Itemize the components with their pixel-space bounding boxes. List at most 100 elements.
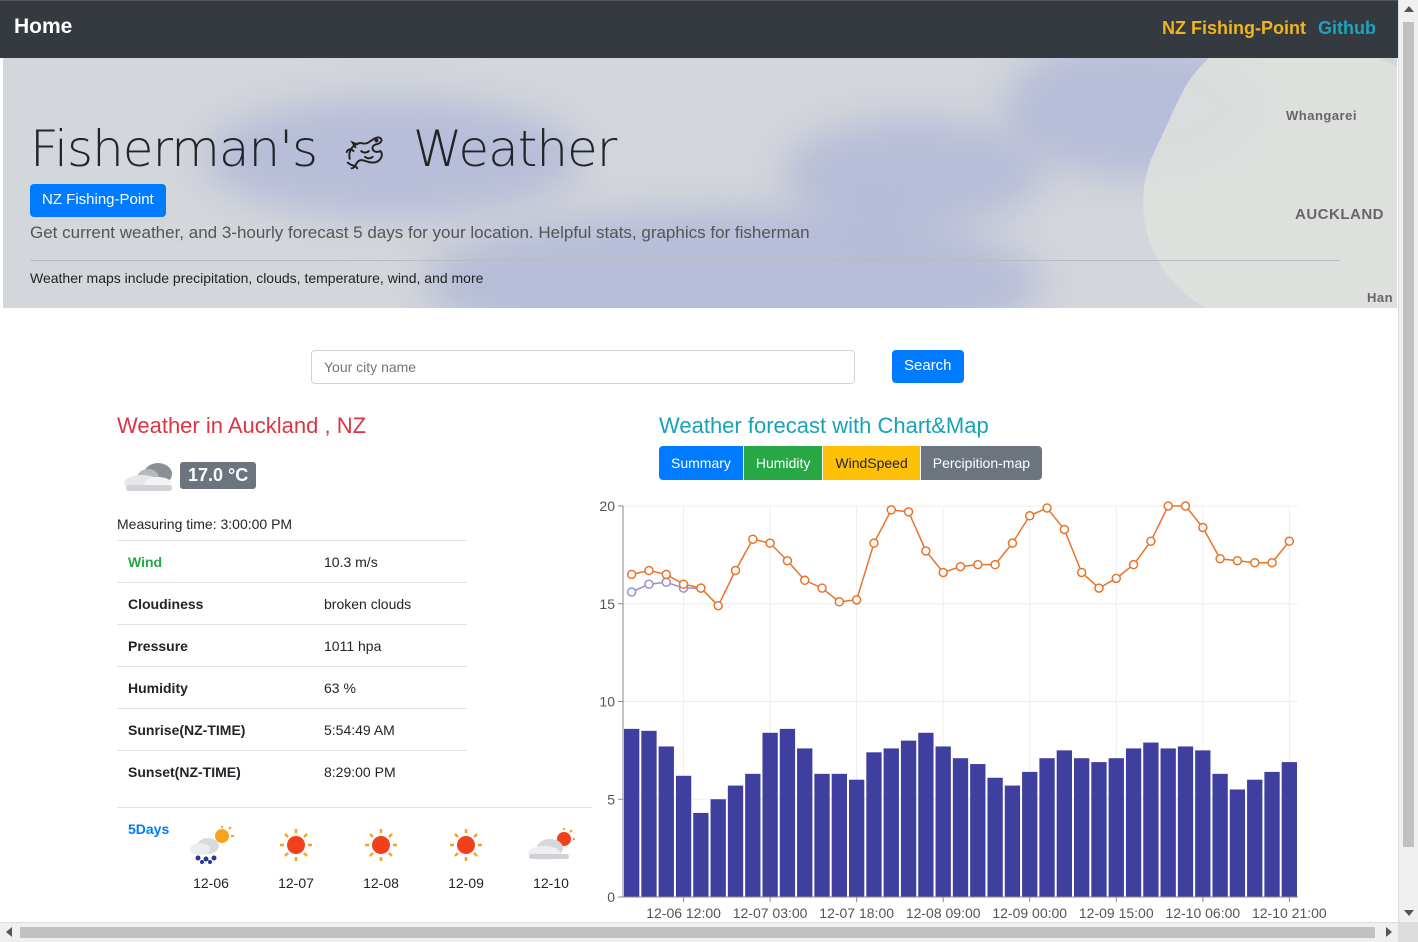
scroll-left-icon[interactable] — [6, 927, 12, 937]
bar — [797, 748, 813, 897]
nz-fishing-point-button[interactable]: NZ Fishing-Point — [30, 184, 166, 217]
table-row: Cloudiness broken clouds — [117, 582, 467, 625]
series-1-point — [938, 567, 948, 578]
series-1-point — [955, 561, 966, 572]
day-date: 12-08 — [363, 875, 399, 891]
x-tick-label: 12-07 18:00 — [819, 905, 894, 921]
nz-fishing-point-link[interactable]: NZ Fishing-Point — [1162, 18, 1306, 39]
series-2-point — [661, 577, 672, 587]
series-1-point — [921, 546, 931, 556]
bar — [1177, 746, 1194, 897]
series-1-point — [903, 507, 914, 517]
horizontal-scrollbar[interactable] — [0, 922, 1398, 942]
day-forecast: 12-08 — [351, 826, 411, 891]
bar — [693, 812, 709, 897]
bar — [883, 748, 899, 897]
tab-summary[interactable]: Summary — [659, 446, 743, 480]
five-day-divider — [117, 807, 592, 808]
day-forecast: 12-09 — [436, 826, 496, 891]
series-1-point — [1042, 503, 1052, 513]
hero-lead-text: Get current weather, and 3-hourly foreca… — [30, 223, 810, 242]
home-link[interactable]: Home — [14, 15, 72, 39]
bar — [658, 746, 674, 897]
series-1-point — [973, 559, 983, 570]
row-key-cloudiness: Cloudiness — [117, 582, 313, 625]
jumbotron: Whangarei AUCKLAND Han Fisherman's Weath… — [3, 58, 1397, 308]
series-1-point — [1094, 583, 1104, 593]
bar — [1247, 779, 1263, 897]
bar — [727, 785, 744, 897]
series-1-point — [1249, 557, 1260, 568]
cloud-sun-icon — [528, 828, 575, 860]
bar — [1125, 748, 1142, 897]
scroll-right-icon[interactable] — [1386, 927, 1392, 937]
title-text-left: Fisherman's — [30, 120, 318, 178]
vertical-scrollbar[interactable] — [1398, 0, 1418, 922]
bar — [935, 746, 951, 897]
series-1-point — [713, 600, 723, 611]
navbar: Home NZ Fishing-Point Github — [0, 0, 1398, 58]
bar — [1264, 771, 1280, 897]
series-1-point — [1128, 559, 1139, 570]
series-1-point — [748, 534, 758, 544]
bar — [849, 779, 865, 897]
map-label-auckland: AUCKLAND — [1295, 206, 1384, 223]
day-date: 12-07 — [278, 875, 314, 891]
row-value-pressure: 1011 hpa — [313, 624, 467, 667]
scroll-up-icon[interactable] — [1404, 6, 1414, 12]
series-1-point — [730, 565, 741, 576]
day-date: 12-06 — [193, 875, 229, 891]
series-1-point — [1146, 536, 1156, 546]
city-search-input[interactable] — [311, 350, 855, 384]
hero-divider — [30, 260, 1340, 261]
bar — [987, 777, 1003, 897]
sun-icon — [450, 829, 482, 861]
series-1-point — [1059, 524, 1070, 535]
series-1-point — [1284, 536, 1295, 546]
bar — [1108, 758, 1124, 897]
series-2-point — [626, 587, 637, 597]
series-1-point — [869, 538, 879, 548]
bar — [1074, 758, 1090, 897]
table-row: Pressure 1011 hpa — [117, 624, 467, 667]
series-1-point — [1232, 555, 1243, 566]
row-value-wind: 10.3 m/s — [313, 540, 467, 583]
row-value-humidity: 63 % — [313, 666, 467, 709]
series-1-point — [1215, 554, 1225, 564]
series-1-point — [799, 575, 810, 586]
x-tick-label: 12-09 00:00 — [992, 905, 1067, 921]
bar — [1039, 758, 1055, 897]
x-tick-label: 12-10 21:00 — [1252, 905, 1327, 921]
tab-windspeed[interactable]: WindSpeed — [823, 446, 920, 480]
bar — [641, 730, 657, 897]
series-1-point — [782, 555, 793, 566]
tab-percipition-map[interactable]: Percipition-map — [920, 446, 1043, 480]
temperature-badge: 17.0 °C — [180, 462, 257, 489]
map-cloud-shape — [783, 118, 1043, 228]
row-key-pressure: Pressure — [117, 624, 313, 667]
current-weather-table: Wind 10.3 m/s Cloudiness broken clouds P… — [117, 540, 467, 792]
measuring-time: Measuring time: 3:00:00 PM — [117, 516, 293, 532]
scrollbar-corner — [1398, 922, 1418, 942]
day-date: 12-09 — [448, 875, 484, 891]
row-key-sunset: Sunset(NZ-TIME) — [117, 750, 313, 792]
github-link[interactable]: Github — [1318, 18, 1376, 39]
bar — [1143, 742, 1159, 897]
tab-humidity[interactable]: Humidity — [743, 446, 823, 480]
vertical-scroll-thumb[interactable] — [1403, 22, 1414, 847]
day-date: 12-10 — [533, 875, 569, 891]
x-tick-label: 12-10 06:00 — [1165, 905, 1240, 921]
map-label-whangarei: Whangarei — [1286, 108, 1357, 123]
scroll-down-icon[interactable] — [1404, 910, 1414, 916]
series-1-point — [834, 597, 845, 607]
table-row: Sunset(NZ-TIME) 8:29:00 PM — [117, 750, 467, 792]
horizontal-scroll-thumb[interactable] — [20, 927, 1375, 938]
bar — [675, 775, 692, 897]
series-1-point — [626, 569, 637, 580]
search-button[interactable]: Search — [892, 350, 964, 383]
bar — [900, 740, 917, 897]
bar — [952, 758, 969, 897]
bar — [1281, 762, 1297, 897]
bar — [779, 728, 796, 897]
table-row: Humidity 63 % — [117, 666, 467, 709]
